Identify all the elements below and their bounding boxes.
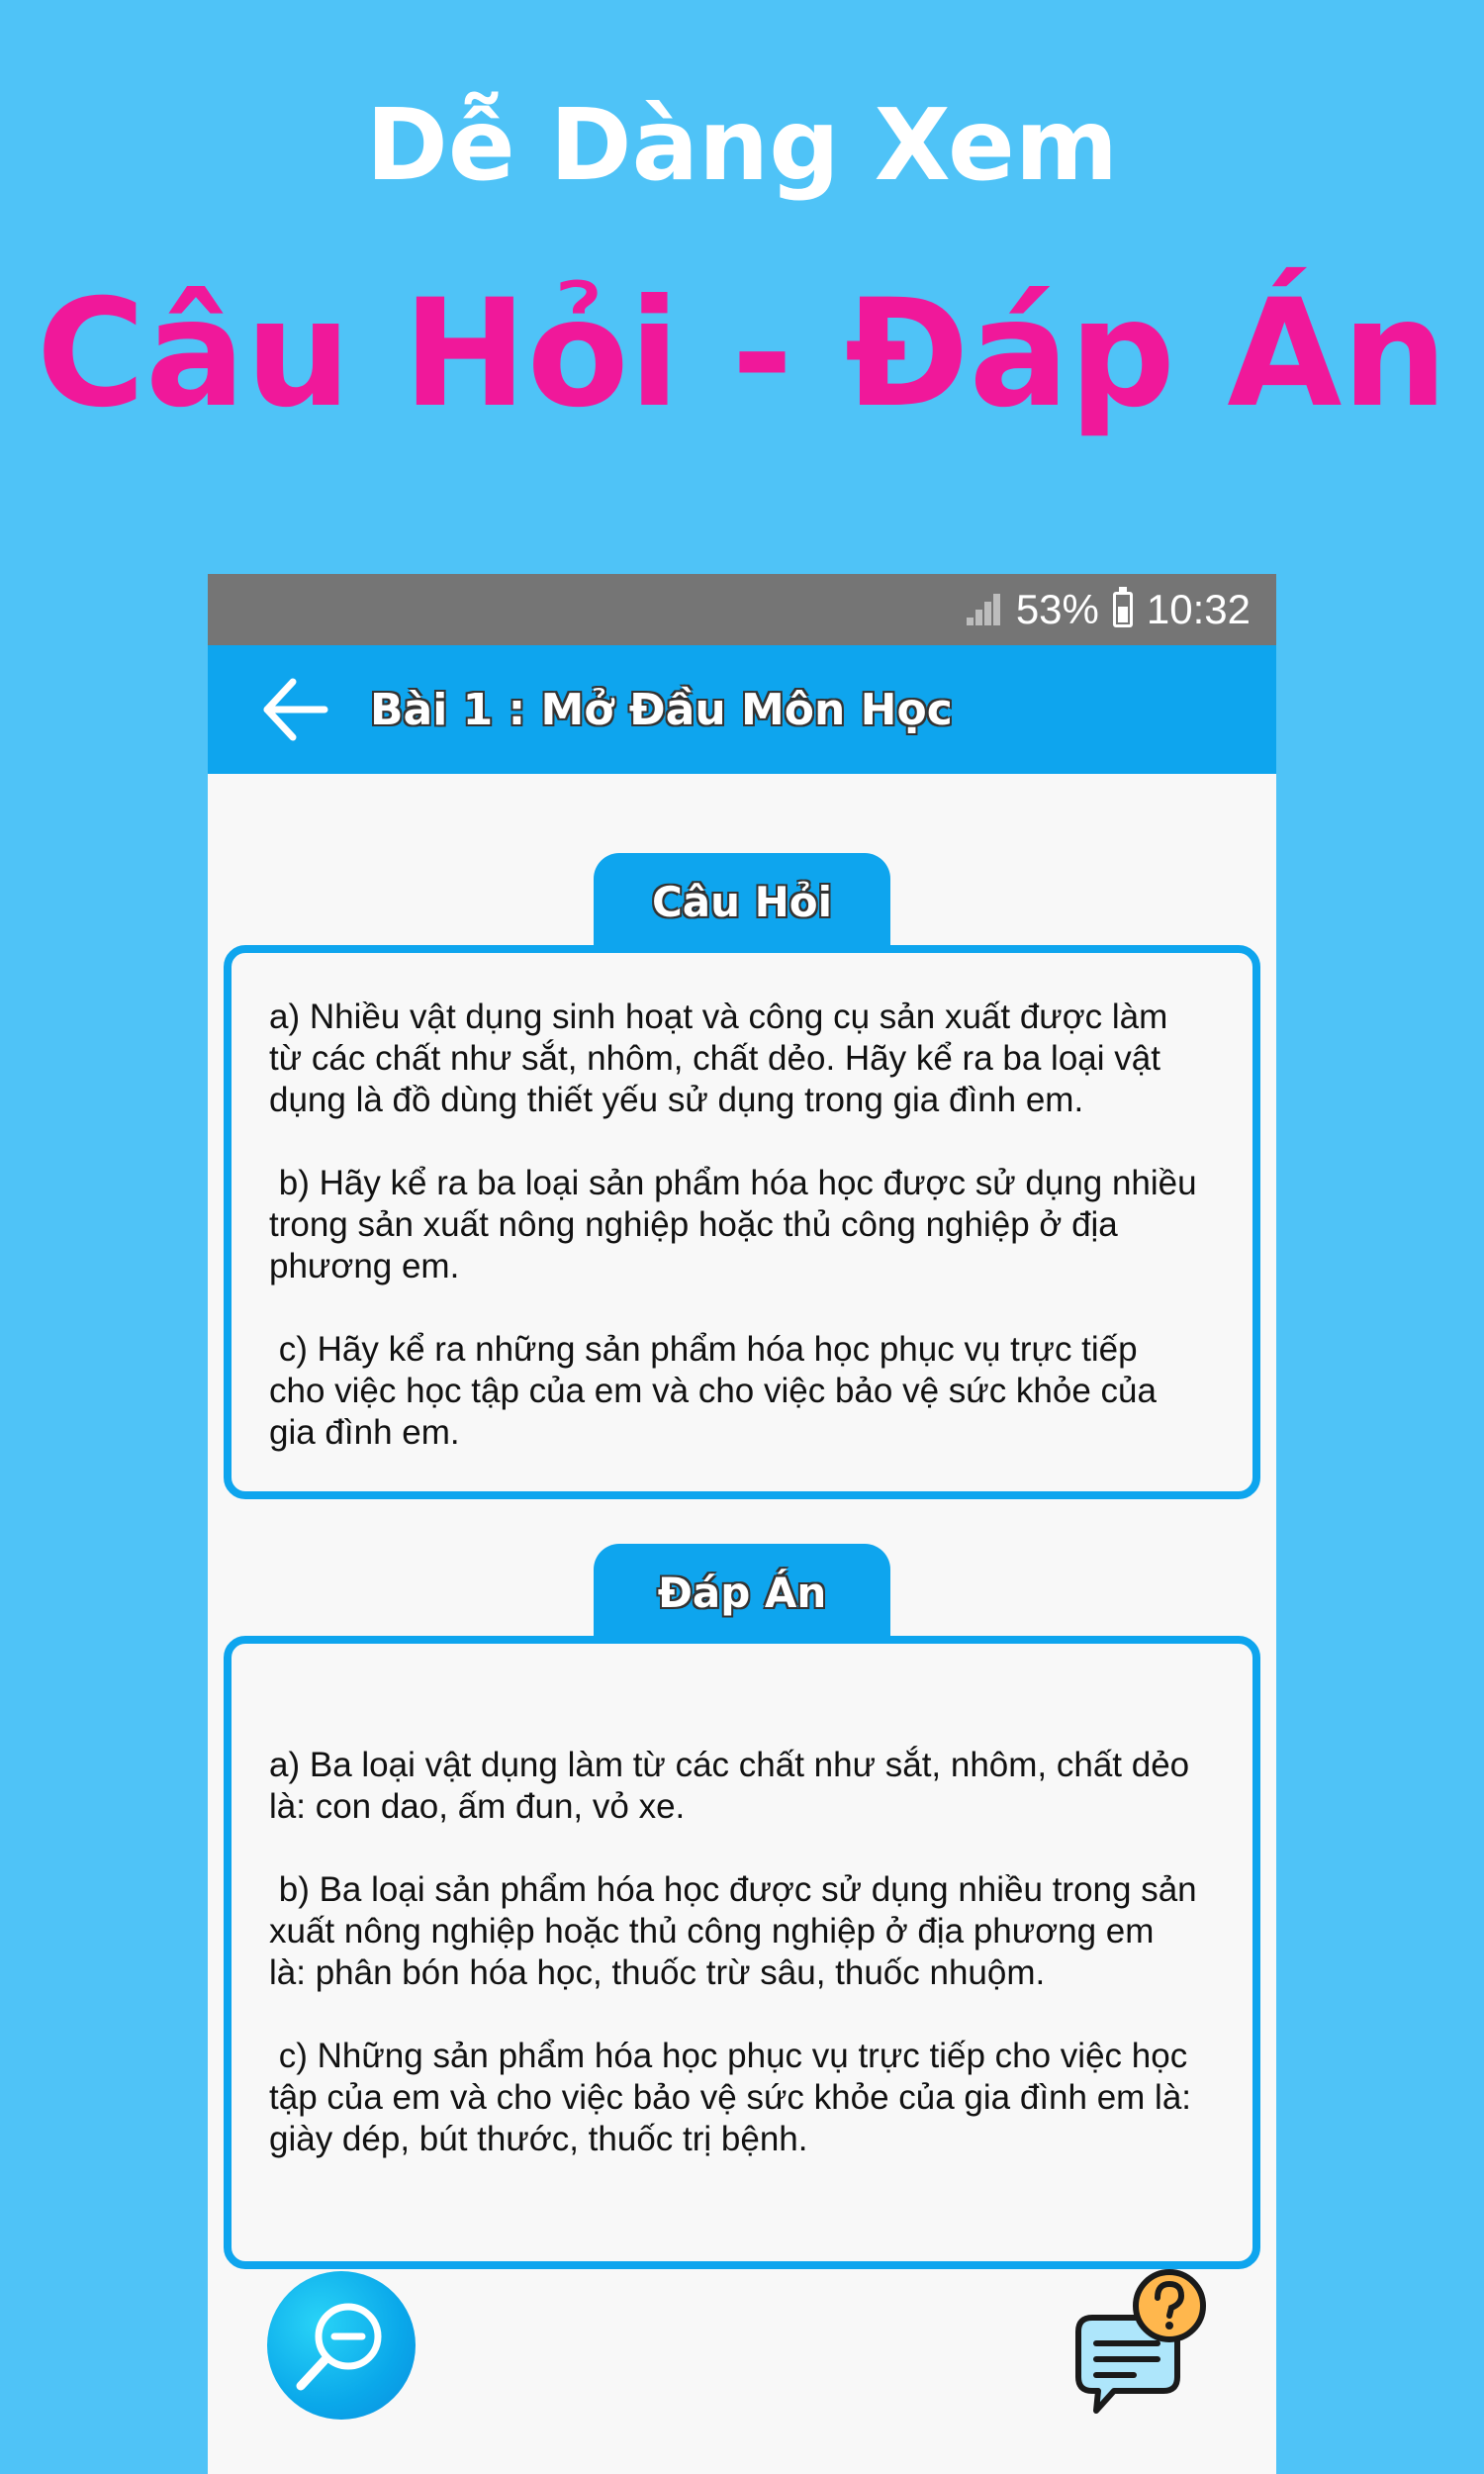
answer-paragraph: b) Ba loại sản phẩm hóa học được sử dụng… — [269, 1870, 1197, 1992]
battery-icon — [1112, 587, 1133, 627]
question-paragraph: b) Hãy kể ra ba loại sản phẩm hóa học đư… — [269, 1164, 1197, 1285]
clock: 10:32 — [1146, 586, 1251, 632]
question-box: a) Nhiều vật dụng sinh hoạt và công cụ s… — [224, 945, 1260, 1499]
page-title: Bài 1 : Mở Đầu Môn Học — [370, 684, 953, 735]
promo-subtitle: Dễ Dàng Xem — [365, 87, 1119, 203]
question-tab: Câu Hỏi — [594, 853, 890, 950]
answer-tab: Đáp Án — [594, 1544, 890, 1641]
back-arrow-icon — [263, 678, 328, 741]
app-bar: Bài 1 : Mở Đầu Môn Học — [208, 645, 1276, 774]
status-indicators: 53% 10:32 — [966, 574, 1251, 645]
question-chat-icon — [1075, 2269, 1206, 2414]
answer-box: a) Ba loại vật dụng làm từ các chất như … — [224, 1636, 1260, 2269]
zoom-out-button[interactable] — [267, 2271, 416, 2420]
question-paragraph: c) Hãy kể ra những sản phẩm hóa học phục… — [269, 1330, 1157, 1452]
back-button[interactable] — [245, 660, 344, 759]
signal-icon — [966, 594, 1002, 625]
help-chat-button[interactable] — [1065, 2266, 1213, 2415]
answer-paragraph: c) Những sản phẩm hóa học phục vụ trực t… — [269, 2037, 1192, 2158]
promo-title: Câu Hỏi - Đáp Án — [36, 268, 1448, 440]
battery-percent: 53% — [1015, 586, 1099, 632]
status-bar: 53% 10:32 — [208, 574, 1276, 645]
question-paragraph: a) Nhiều vật dụng sinh hoạt và công cụ s… — [269, 998, 1168, 1119]
answer-paragraph: a) Ba loại vật dụng làm từ các chất như … — [269, 1746, 1190, 1826]
zoom-out-icon — [296, 2303, 382, 2391]
phone-screen: 53% 10:32 Bài 1 : Mở Đầu Môn Học Câu Hỏi… — [208, 574, 1276, 2474]
